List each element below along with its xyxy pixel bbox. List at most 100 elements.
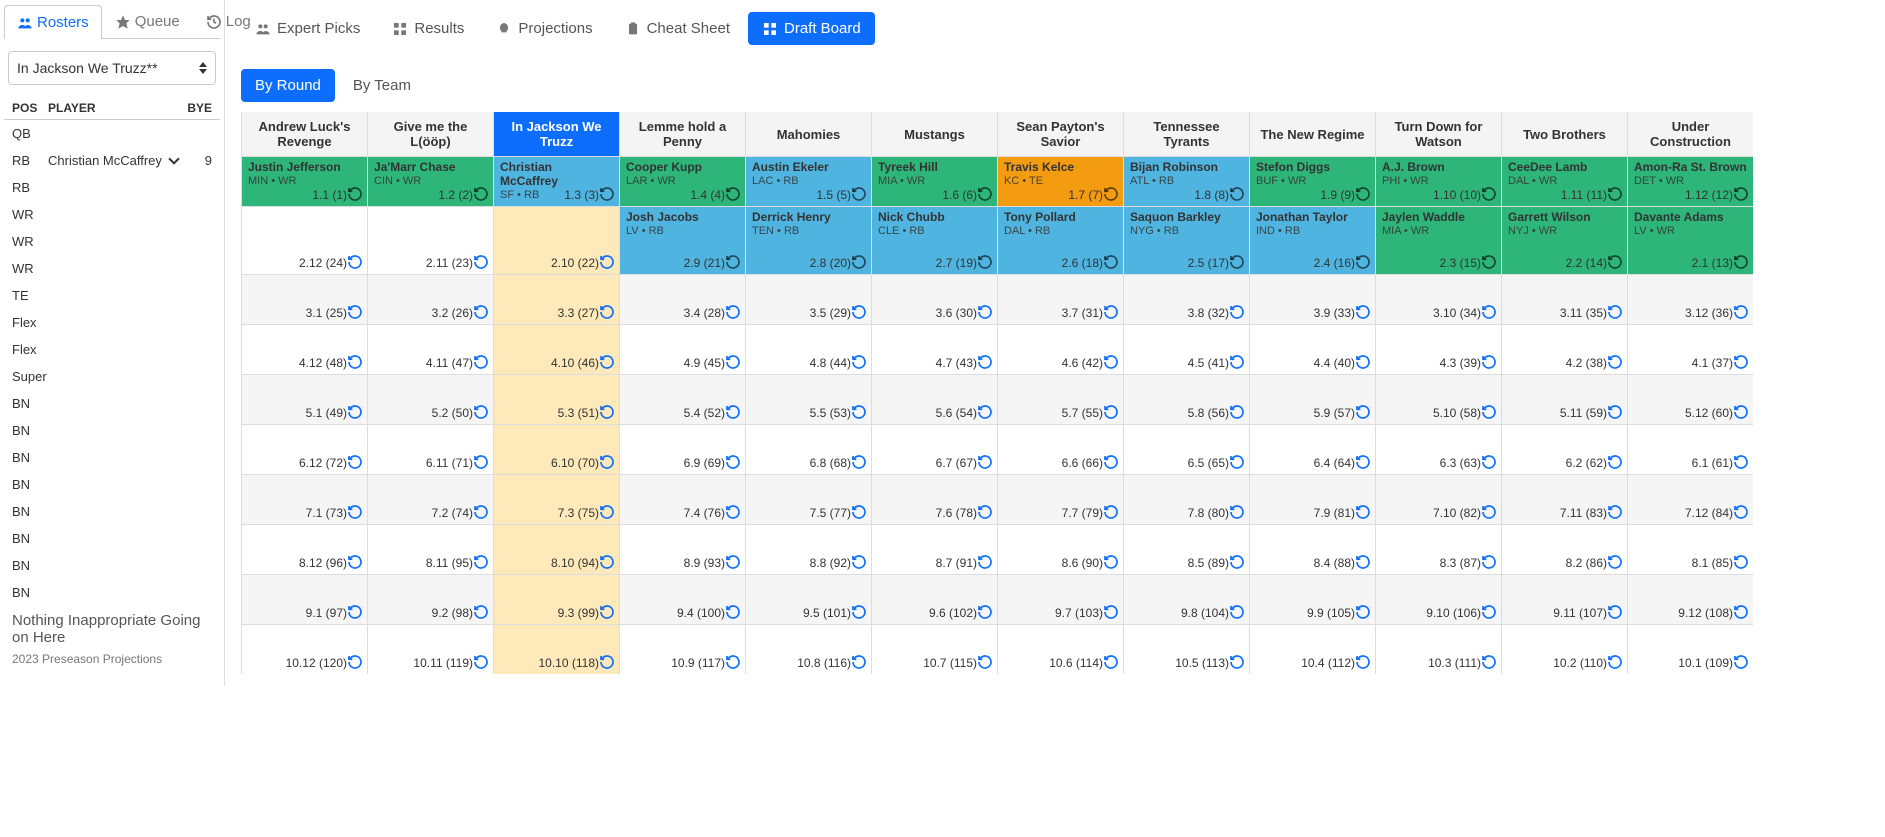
draft-cell[interactable]: 7.4 (76) (619, 474, 745, 524)
draft-cell[interactable]: Stefon DiggsBUF • WR1.9 (9) (1249, 156, 1375, 206)
undo-icon[interactable] (1607, 254, 1623, 270)
undo-icon[interactable] (1733, 254, 1749, 270)
undo-icon[interactable] (1481, 654, 1497, 670)
draft-cell[interactable]: 7.5 (77) (745, 474, 871, 524)
team-header[interactable]: Andrew Luck's Revenge (241, 112, 367, 156)
roster-player[interactable]: Christian McCaffrey (48, 153, 182, 168)
undo-icon[interactable] (725, 654, 741, 670)
draft-cell[interactable]: 6.5 (65) (1123, 424, 1249, 474)
draft-cell[interactable]: 9.3 (99) (493, 574, 619, 624)
draft-cell[interactable]: 6.8 (68) (745, 424, 871, 474)
draft-cell[interactable]: 3.11 (35) (1501, 274, 1627, 324)
draft-cell[interactable]: Garrett WilsonNYJ • WR2.2 (14) (1501, 206, 1627, 274)
undo-icon[interactable] (347, 654, 363, 670)
undo-icon[interactable] (1103, 504, 1119, 520)
undo-icon[interactable] (1229, 504, 1245, 520)
undo-icon[interactable] (1355, 654, 1371, 670)
draft-cell[interactable]: 8.1 (85) (1627, 524, 1753, 574)
draft-cell[interactable]: Jonathan TaylorIND • RB2.4 (16) (1249, 206, 1375, 274)
undo-icon[interactable] (1481, 254, 1497, 270)
undo-icon[interactable] (851, 654, 867, 670)
undo-icon[interactable] (725, 604, 741, 620)
draft-cell[interactable]: 9.8 (104) (1123, 574, 1249, 624)
undo-icon[interactable] (725, 554, 741, 570)
draft-cell[interactable]: 10.6 (114) (997, 624, 1123, 674)
draft-cell[interactable]: 2.11 (23) (367, 206, 493, 274)
undo-icon[interactable] (1229, 404, 1245, 420)
undo-icon[interactable] (851, 404, 867, 420)
undo-icon[interactable] (1607, 604, 1623, 620)
draft-cell[interactable]: 6.6 (66) (997, 424, 1123, 474)
draft-cell[interactable]: 9.5 (101) (745, 574, 871, 624)
draft-cell[interactable]: 8.2 (86) (1501, 524, 1627, 574)
chevron-down-icon[interactable] (168, 153, 179, 164)
undo-icon[interactable] (725, 186, 741, 202)
draft-cell[interactable]: 3.7 (31) (997, 274, 1123, 324)
undo-icon[interactable] (473, 186, 489, 202)
undo-icon[interactable] (1355, 554, 1371, 570)
draft-cell[interactable]: 4.6 (42) (997, 324, 1123, 374)
draft-cell[interactable]: 10.7 (115) (871, 624, 997, 674)
draft-cell[interactable]: CeeDee LambDAL • WR1.11 (11) (1501, 156, 1627, 206)
undo-icon[interactable] (851, 554, 867, 570)
draft-cell[interactable]: 3.9 (33) (1249, 274, 1375, 324)
undo-icon[interactable] (1733, 186, 1749, 202)
draft-cell[interactable]: 3.10 (34) (1375, 274, 1501, 324)
draft-cell[interactable]: 5.6 (54) (871, 374, 997, 424)
draft-cell[interactable]: Tony PollardDAL • RB2.6 (18) (997, 206, 1123, 274)
undo-icon[interactable] (347, 604, 363, 620)
undo-icon[interactable] (599, 504, 615, 520)
draft-cell[interactable]: 4.3 (39) (1375, 324, 1501, 374)
draft-cell[interactable]: 8.6 (90) (997, 524, 1123, 574)
draft-cell[interactable]: 3.8 (32) (1123, 274, 1249, 324)
draft-cell[interactable]: 6.9 (69) (619, 424, 745, 474)
draft-cell[interactable]: 4.5 (41) (1123, 324, 1249, 374)
undo-icon[interactable] (977, 404, 993, 420)
draft-cell[interactable]: 8.8 (92) (745, 524, 871, 574)
draft-cell[interactable]: Cooper KuppLAR • WR1.4 (4) (619, 156, 745, 206)
draft-cell[interactable]: Josh JacobsLV • RB2.9 (21) (619, 206, 745, 274)
undo-icon[interactable] (1355, 354, 1371, 370)
draft-cell[interactable]: Austin EkelerLAC • RB1.5 (5) (745, 156, 871, 206)
undo-icon[interactable] (977, 254, 993, 270)
undo-icon[interactable] (1229, 304, 1245, 320)
undo-icon[interactable] (977, 554, 993, 570)
draft-cell[interactable]: 8.9 (93) (619, 524, 745, 574)
draft-cell[interactable]: 6.7 (67) (871, 424, 997, 474)
undo-icon[interactable] (1607, 404, 1623, 420)
undo-icon[interactable] (1607, 654, 1623, 670)
draft-cell[interactable]: 6.2 (62) (1501, 424, 1627, 474)
draft-cell[interactable]: Tyreek HillMIA • WR1.6 (6) (871, 156, 997, 206)
undo-icon[interactable] (1229, 554, 1245, 570)
undo-icon[interactable] (1103, 304, 1119, 320)
undo-icon[interactable] (1229, 604, 1245, 620)
draft-cell[interactable]: 3.2 (26) (367, 274, 493, 324)
undo-icon[interactable] (851, 604, 867, 620)
draft-cell[interactable]: 6.11 (71) (367, 424, 493, 474)
team-header[interactable]: Turn Down for Watson (1375, 112, 1501, 156)
undo-icon[interactable] (851, 354, 867, 370)
undo-icon[interactable] (1229, 254, 1245, 270)
draft-cell[interactable]: 4.9 (45) (619, 324, 745, 374)
undo-icon[interactable] (1103, 404, 1119, 420)
nav-cheat-sheet[interactable]: Cheat Sheet (611, 12, 744, 45)
draft-cell[interactable]: 9.6 (102) (871, 574, 997, 624)
undo-icon[interactable] (473, 504, 489, 520)
draft-cell[interactable]: 10.10 (118) (493, 624, 619, 674)
undo-icon[interactable] (977, 454, 993, 470)
draft-cell[interactable]: Bijan RobinsonATL • RB1.8 (8) (1123, 156, 1249, 206)
undo-icon[interactable] (1733, 604, 1749, 620)
undo-icon[interactable] (1103, 454, 1119, 470)
draft-cell[interactable]: 5.2 (50) (367, 374, 493, 424)
undo-icon[interactable] (473, 404, 489, 420)
undo-icon[interactable] (599, 254, 615, 270)
draft-cell[interactable]: Jaylen WaddleMIA • WR2.3 (15) (1375, 206, 1501, 274)
toggle-by-team[interactable]: By Team (339, 69, 425, 102)
draft-cell[interactable]: 4.1 (37) (1627, 324, 1753, 374)
sidebar-tab-queue[interactable]: Queue (102, 4, 193, 38)
draft-cell[interactable]: 5.1 (49) (241, 374, 367, 424)
undo-icon[interactable] (725, 304, 741, 320)
undo-icon[interactable] (1103, 254, 1119, 270)
draft-cell[interactable]: 10.1 (109) (1627, 624, 1753, 674)
undo-icon[interactable] (977, 304, 993, 320)
